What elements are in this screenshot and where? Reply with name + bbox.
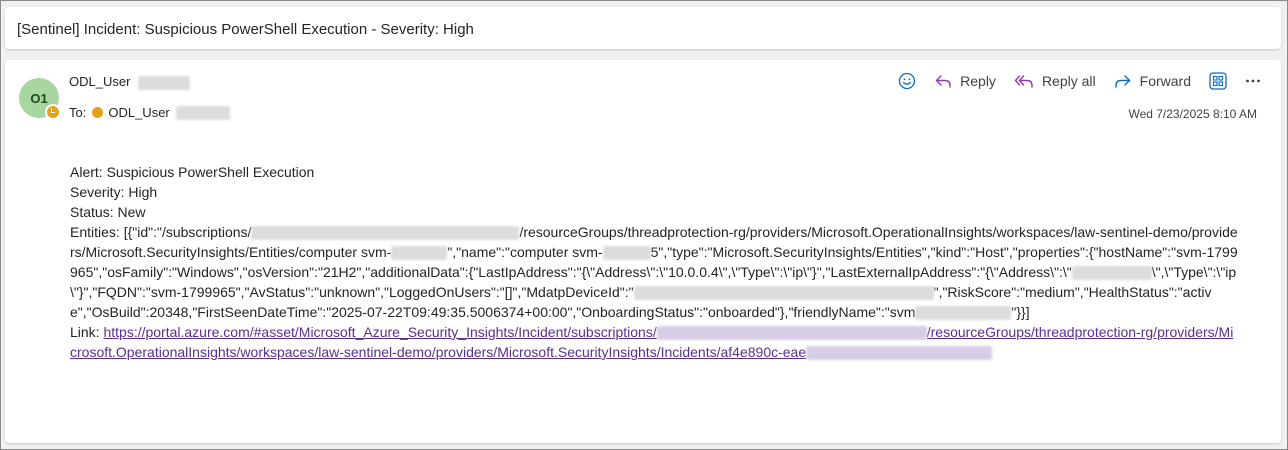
status-line: Status: New — [70, 204, 146, 220]
message-date: Wed 7/23/2025 8:10 AM — [1128, 107, 1257, 121]
redacted-text — [915, 306, 1012, 321]
forward-button[interactable]: Forward — [1114, 73, 1191, 89]
link-line: Link: https://portal.azure.com/#asset/Mi… — [70, 322, 1240, 362]
emoji-reaction-button[interactable] — [898, 72, 916, 90]
presence-away-icon — [92, 107, 104, 118]
to-label: To: — [69, 105, 87, 120]
email-subject: [Sentinel] Incident: Suspicious PowerShe… — [17, 21, 474, 38]
link-label: Link: — [70, 324, 104, 340]
redacted-text — [391, 246, 448, 261]
subject-header: [Sentinel] Incident: Suspicious PowerShe… — [5, 7, 1281, 49]
reply-all-button[interactable]: Reply all — [1014, 73, 1096, 89]
redacted-text — [633, 286, 934, 301]
alert-line: Alert: Suspicious PowerShell Execution — [70, 164, 315, 180]
reply-all-icon — [1014, 75, 1033, 88]
redacted-text — [1071, 266, 1152, 281]
redacted-text — [175, 105, 230, 120]
severity-line: Severity: High — [70, 184, 158, 200]
avatar-initials: O1 — [30, 90, 48, 106]
entities-text: ","name":"computer svm- — [447, 244, 603, 260]
more-icon — [1246, 79, 1260, 83]
entities-block: Entities: [{"id":"/subscriptions//resour… — [70, 222, 1240, 322]
entities-text: Entities: [{"id":"/subscriptions/ — [70, 224, 252, 240]
reply-all-label: Reply all — [1041, 73, 1096, 89]
sender-name[interactable]: ODL_User — [69, 74, 130, 89]
sender-line[interactable]: ODL_User — [69, 74, 191, 90]
message-body: Alert: Suspicious PowerShell Execution S… — [70, 162, 1240, 362]
presence-away-icon — [45, 104, 61, 120]
forward-label: Forward — [1139, 73, 1191, 89]
reply-icon — [935, 75, 951, 88]
recipient-line: To: ODL_User — [69, 105, 230, 120]
message-card: O1 ODL_User To: ODL_User Reply Reply all… — [5, 60, 1281, 443]
more-actions-button[interactable] — [1245, 78, 1261, 84]
reply-button[interactable]: Reply — [934, 73, 996, 89]
recipient-name[interactable]: ODL_User — [108, 105, 169, 120]
forward-icon — [1114, 75, 1130, 88]
redacted-text — [602, 246, 651, 261]
apps-button[interactable] — [1209, 72, 1227, 90]
reply-label: Reply — [960, 73, 996, 89]
entities-text: "}}] — [1011, 304, 1030, 320]
redacted-text — [138, 75, 191, 90]
incident-link[interactable]: https://portal.azure.com/#asset/Microsof… — [70, 324, 1233, 361]
smiley-icon — [898, 72, 916, 90]
incident-link-text[interactable]: https://portal.azure.com/#asset/Microsof… — [103, 324, 656, 340]
apps-grid-icon — [1209, 72, 1227, 90]
message-actions: Reply Reply all Forward — [898, 72, 1261, 90]
redacted-text — [656, 326, 927, 341]
redacted-text — [251, 226, 520, 241]
redacted-text — [806, 346, 993, 361]
